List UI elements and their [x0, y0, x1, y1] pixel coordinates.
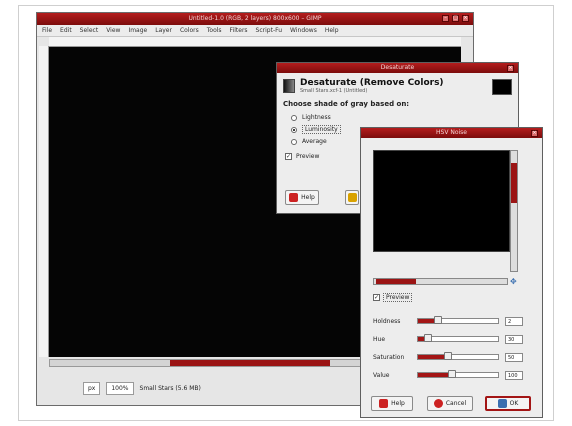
desaturate-title: Desaturate	[380, 64, 415, 71]
scrollbar-thumb[interactable]	[170, 360, 330, 366]
checkbox-checked[interactable]: ✓	[285, 153, 292, 160]
help-icon	[379, 399, 389, 408]
slider-label: Holdness	[373, 317, 401, 325]
preview-label: Preview	[383, 293, 413, 302]
value-spinbox[interactable]: 100	[505, 370, 523, 380]
status-info: Small Stars (5.6 MB)	[139, 384, 201, 392]
menu-filters[interactable]: Filters	[230, 27, 248, 34]
hsv-cancel-button[interactable]: Cancel	[427, 396, 473, 411]
main-titlebar: Untitled-1.0 (RGB, 2 layers) 800x600 – G…	[37, 13, 473, 25]
menu-image[interactable]: Image	[128, 27, 147, 34]
vertical-ruler[interactable]	[39, 46, 49, 357]
slider-handle[interactable]	[444, 352, 453, 360]
unit-select[interactable]: px	[83, 381, 101, 395]
menu-edit[interactable]: Edit	[60, 27, 72, 34]
radio-label: Luminosity	[302, 125, 341, 134]
menu-windows[interactable]: Windows	[290, 27, 317, 34]
menu-layer[interactable]: Layer	[155, 27, 172, 34]
scrollbar-thumb[interactable]	[511, 163, 517, 203]
ok-icon	[497, 399, 507, 408]
help-label: Help	[391, 400, 405, 407]
slider-fill	[418, 373, 452, 377]
holdness-spinbox[interactable]: 2	[505, 316, 523, 326]
hue-spinbox[interactable]: 30	[505, 334, 523, 344]
layer-thumbnail	[492, 79, 512, 95]
slider-label: Value	[373, 371, 390, 379]
desaturate-titlebar: Desaturate ×	[277, 63, 518, 73]
hsv-preview-toggle[interactable]: ✓ Preview	[373, 293, 413, 302]
gradient-icon	[283, 79, 295, 93]
horizontal-ruler[interactable]	[49, 37, 461, 47]
desaturate-subheading: Small Stars.xcf-1 (Untitled)	[300, 88, 368, 94]
checkbox-checked[interactable]: ✓	[373, 294, 380, 301]
ok-label: OK	[509, 400, 519, 407]
hsv-help-button[interactable]: Help	[371, 396, 413, 411]
hsv-preview-canvas[interactable]	[373, 150, 510, 252]
close-button[interactable]: ×	[462, 15, 469, 22]
hsv-close-button[interactable]: ×	[531, 130, 538, 137]
help-icon	[289, 193, 299, 202]
preview-vertical-scrollbar[interactable]	[510, 150, 518, 272]
hsv-titlebar: HSV Noise ×	[361, 128, 542, 138]
minimize-button[interactable]: –	[442, 15, 449, 22]
cancel-label: Cancel	[445, 400, 467, 407]
menubar: File Edit Select View Image Layer Colors…	[37, 25, 473, 37]
slider-label: Saturation	[373, 353, 405, 361]
main-title: Untitled-1.0 (RGB, 2 layers) 800x600 – G…	[188, 15, 322, 22]
menu-script-fu[interactable]: Script-Fu	[256, 27, 283, 34]
desaturate-heading: Desaturate (Remove Colors)	[300, 78, 444, 88]
hue-slider[interactable]	[417, 334, 499, 342]
zoom-select[interactable]: 100%	[106, 381, 134, 395]
holdness-slider[interactable]	[417, 316, 499, 324]
hsv-noise-dialog: HSV Noise × ✥ ✓ Preview Holdness 2 Hue 3…	[360, 127, 543, 418]
slider-handle[interactable]	[423, 334, 432, 342]
menu-select[interactable]: Select	[80, 27, 99, 34]
menu-file[interactable]: File	[42, 27, 52, 34]
radio-dot[interactable]	[291, 138, 297, 145]
preview-horizontal-scrollbar[interactable]	[373, 278, 508, 285]
menu-view[interactable]: View	[106, 27, 120, 34]
value-slider[interactable]	[417, 370, 499, 378]
slider-row-value: Value 100	[373, 370, 533, 380]
radio-label: Lightness	[302, 114, 331, 121]
desaturate-header: Desaturate (Remove Colors) Small Stars.x…	[277, 73, 518, 96]
saturation-slider[interactable]	[417, 352, 499, 360]
slider-label: Hue	[373, 335, 386, 343]
slider-handle[interactable]	[434, 316, 442, 324]
radio-lightness[interactable]: Lightness	[277, 112, 518, 123]
maximize-button[interactable]: □	[452, 15, 459, 22]
reset-icon	[347, 193, 357, 202]
slider-row-hue: Hue 30	[373, 334, 533, 344]
desaturate-help-button[interactable]: Help	[285, 190, 319, 205]
menu-tools[interactable]: Tools	[207, 27, 222, 34]
hsv-ok-button[interactable]: OK	[485, 396, 531, 411]
help-label: Help	[301, 194, 315, 201]
hsv-title: HSV Noise	[436, 129, 467, 136]
shade-group-label: Choose shade of gray based on:	[283, 100, 410, 108]
radio-dot-selected[interactable]	[291, 126, 297, 133]
cancel-icon	[433, 399, 443, 408]
navigate-icon[interactable]: ✥	[510, 278, 518, 286]
menu-help[interactable]: Help	[325, 27, 339, 34]
slider-handle[interactable]	[447, 370, 456, 378]
slider-row-saturation: Saturation 50	[373, 352, 533, 362]
desaturate-reset-button[interactable]	[345, 190, 359, 205]
saturation-spinbox[interactable]: 50	[505, 352, 523, 362]
menu-colors[interactable]: Colors	[180, 27, 199, 34]
radio-dot[interactable]	[291, 114, 297, 121]
desaturate-close-button[interactable]: ×	[507, 65, 514, 72]
scrollbar-thumb[interactable]	[376, 279, 416, 284]
slider-row-holdness: Holdness 2	[373, 316, 533, 326]
radio-label: Average	[302, 138, 327, 145]
preview-label: Preview	[296, 153, 320, 160]
